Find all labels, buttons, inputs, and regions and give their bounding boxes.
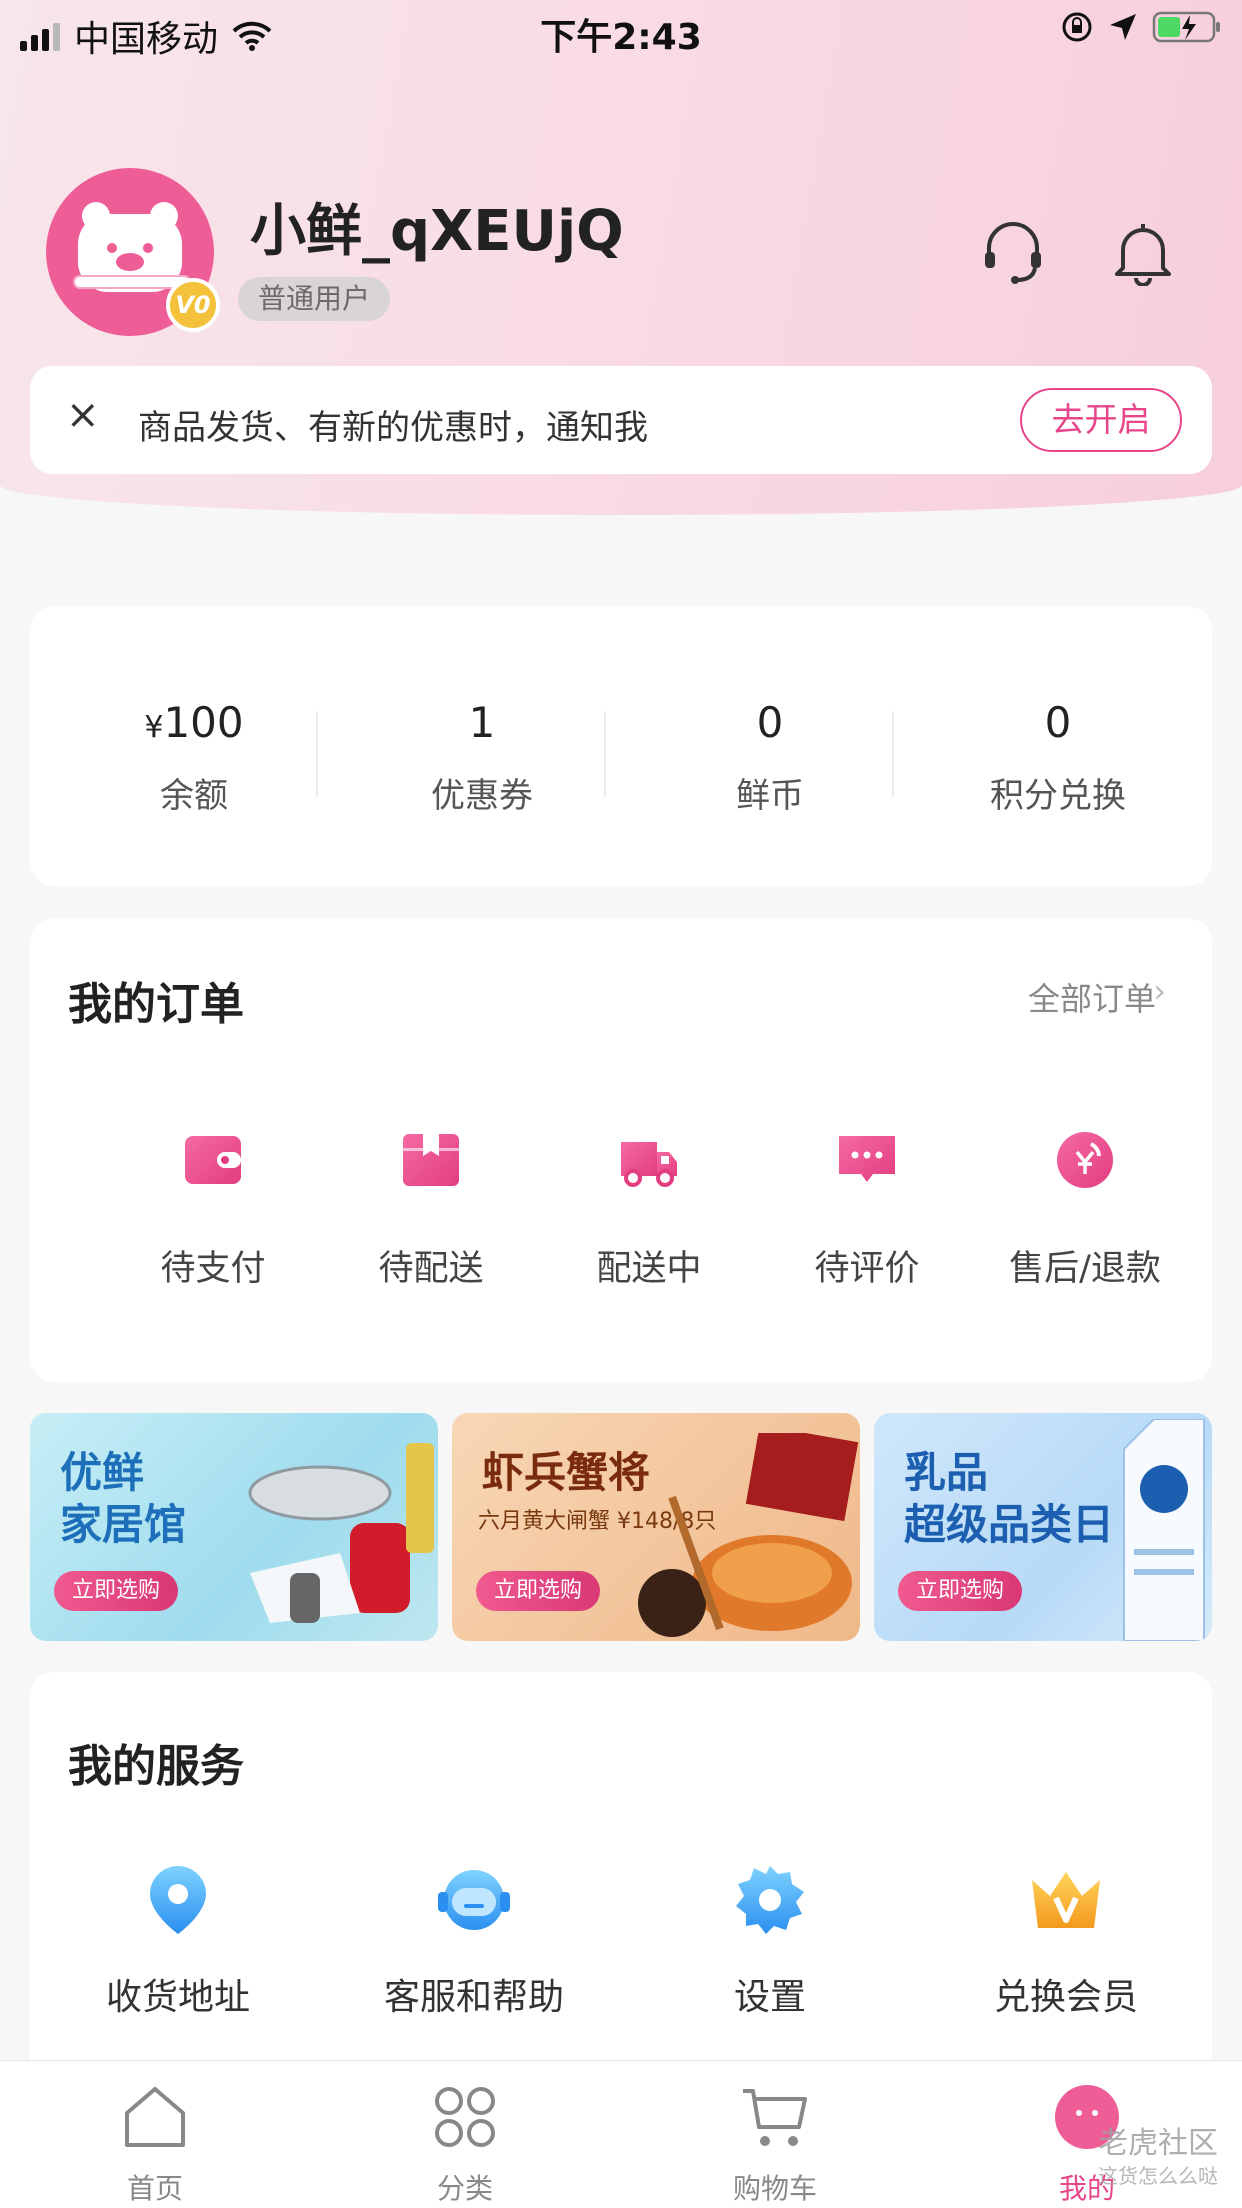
package-icon bbox=[403, 1134, 459, 1186]
watermark-subtitle: 这货怎么么哒 bbox=[1098, 2164, 1218, 2188]
refund-icon bbox=[1057, 1132, 1113, 1188]
divider bbox=[316, 711, 318, 797]
chevron-right-icon: › bbox=[1153, 972, 1166, 1010]
crab-illustration bbox=[638, 1433, 859, 1637]
fresh-coin-value: 0 bbox=[756, 698, 784, 747]
location-icon bbox=[150, 1866, 206, 1934]
tab-home[interactable]: 首页 bbox=[0, 2061, 310, 2208]
service-label: 兑换会员 bbox=[993, 1977, 1138, 2018]
coupon-value: 1 bbox=[468, 698, 496, 747]
location-arrow-icon bbox=[1110, 14, 1136, 40]
service-label: 客服和帮助 bbox=[383, 1977, 564, 2018]
home-goods-illustration bbox=[248, 1443, 434, 1623]
comment-icon bbox=[839, 1136, 895, 1182]
balance-value: ¥100 bbox=[144, 698, 244, 747]
divider bbox=[604, 711, 606, 797]
shop-now-button[interactable]: 立即选购 bbox=[54, 1571, 179, 1611]
tab-label: 购物车 bbox=[732, 2172, 817, 2205]
coupon-label: 优惠券 bbox=[431, 776, 533, 816]
banner-title: 虾兵蟹将 bbox=[482, 1448, 651, 1497]
orders-card: 我的订单 全部订单 › 待支付 待配送 配送中 待评价 售后/退款 bbox=[30, 918, 1212, 1382]
balance-label: 余额 bbox=[160, 776, 228, 816]
crown-icon bbox=[1032, 1872, 1100, 1928]
notification-text: 商品发货、有新的优惠时，通知我 bbox=[138, 408, 648, 448]
avatar[interactable]: V0 bbox=[46, 168, 220, 336]
status-bar: 中国移动 下午2:43 bbox=[0, 0, 1242, 62]
rotation-lock-icon bbox=[1062, 12, 1092, 42]
banner-title: 优鲜 家居馆 bbox=[60, 1448, 187, 1549]
settings-icon bbox=[736, 1866, 804, 1934]
order-label: 待评价 bbox=[814, 1249, 920, 1289]
battery-icon bbox=[1152, 11, 1220, 43]
bell-icon[interactable] bbox=[1109, 218, 1177, 286]
clock: 下午2:43 bbox=[540, 17, 702, 58]
category-icon bbox=[435, 2087, 495, 2147]
service-label: 设置 bbox=[733, 1977, 806, 2018]
order-label: 待支付 bbox=[160, 1249, 266, 1289]
notification-prompt: × 商品发货、有新的优惠时，通知我 去开启 bbox=[30, 366, 1212, 474]
banner-dairy[interactable]: 乳品 超级品类日 立即选购 bbox=[874, 1413, 1212, 1641]
banner-home-goods[interactable]: 优鲜 家居馆 立即选购 bbox=[30, 1413, 438, 1641]
service-label: 收货地址 bbox=[105, 1977, 250, 2018]
tab-category[interactable]: 分类 bbox=[310, 2061, 620, 2208]
order-label: 配送中 bbox=[596, 1249, 702, 1289]
truck-icon bbox=[621, 1142, 677, 1187]
tab-label: 首页 bbox=[126, 2172, 183, 2205]
close-icon[interactable]: × bbox=[66, 392, 100, 438]
assets-card: ¥100 余额 1 优惠券 0 鲜币 0 积分兑换 bbox=[30, 606, 1212, 886]
points-label: 积分兑换 bbox=[990, 776, 1126, 816]
points-value: 0 bbox=[1044, 698, 1072, 747]
shop-now-button[interactable]: 立即选购 bbox=[898, 1571, 1023, 1611]
wallet-icon bbox=[185, 1136, 241, 1184]
user-type-badge: 普通用户 bbox=[238, 277, 391, 321]
headset-icon[interactable] bbox=[979, 218, 1047, 286]
milk-carton-illustration bbox=[1123, 1419, 1205, 1641]
watermark: 老虎社区 bbox=[1098, 2126, 1218, 2161]
divider bbox=[892, 711, 894, 797]
order-label: 待配送 bbox=[378, 1249, 484, 1289]
bottom-tab-bar: 首页 分类 购物车 我的 bbox=[0, 2060, 1242, 2208]
orders-title: 我的订单 bbox=[68, 979, 244, 1030]
username: 小鲜_qXEUjQ bbox=[250, 199, 624, 264]
support-robot-icon bbox=[438, 1870, 510, 1930]
banner-title: 乳品 超级品类日 bbox=[904, 1448, 1115, 1549]
home-icon bbox=[125, 2087, 185, 2147]
banner-crab[interactable]: 虾兵蟹将 六月黄大闸蟹 ¥148/8只 立即选购 bbox=[452, 1413, 860, 1641]
fresh-coin-label: 鲜币 bbox=[736, 776, 804, 816]
shop-now-button[interactable]: 立即选购 bbox=[476, 1571, 601, 1611]
cart-icon bbox=[743, 2089, 807, 2146]
services-title: 我的服务 bbox=[68, 1741, 244, 1792]
services-card: 我的服务 收货地址 客服和帮助 设置 兑换会员 bbox=[30, 1672, 1212, 2092]
tab-cart[interactable]: 购物车 bbox=[620, 2061, 930, 2208]
all-orders-link[interactable]: 全部订单 bbox=[1028, 974, 1156, 1020]
order-label: 售后/退款 bbox=[1009, 1249, 1161, 1289]
enable-notification-button[interactable]: 去开启 bbox=[1020, 388, 1182, 452]
level-badge: V0 bbox=[166, 278, 220, 332]
tab-label: 分类 bbox=[436, 2172, 493, 2205]
